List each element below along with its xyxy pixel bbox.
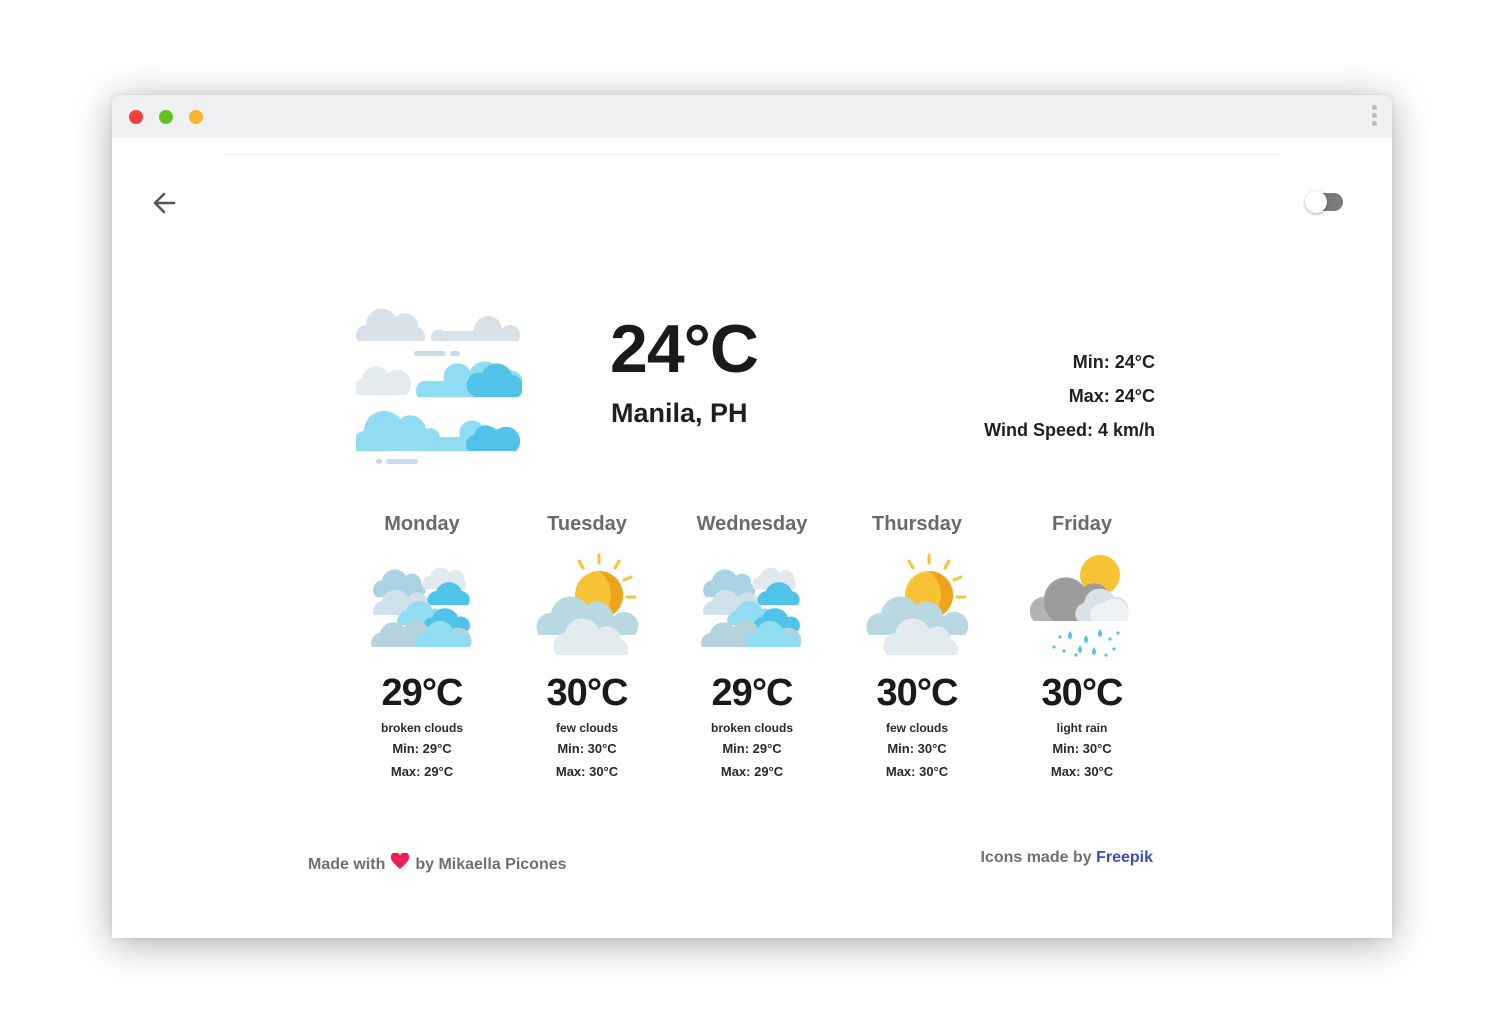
theme-toggle[interactable] xyxy=(1305,191,1343,213)
maximize-window-button[interactable] xyxy=(159,110,173,124)
day-max: Max: 29°C xyxy=(390,764,454,779)
day-temperature: 30°C xyxy=(1041,672,1124,714)
wind-speed: Wind Speed: 4 km/h xyxy=(984,420,1155,440)
day-name: Thursday xyxy=(871,513,963,535)
day-min: Min: 30°C xyxy=(557,741,617,756)
day-min: Min: 29°C xyxy=(722,741,782,756)
toggle-knob[interactable] xyxy=(1305,191,1327,213)
heart-icon xyxy=(391,853,410,869)
day-max: Max: 30°C xyxy=(1050,764,1114,779)
current-stats: Min: 24°C Max: 24°C Wind Speed: 4 km/h xyxy=(984,345,1155,447)
few-clouds-icon xyxy=(865,551,969,661)
day-description: broken clouds xyxy=(710,721,793,735)
back-arrow-icon[interactable] xyxy=(148,187,180,219)
forecast-day-wednesday: Wednesday 29°C broken clouds Min: 29°C M… xyxy=(670,505,834,785)
forecast-list: Monday 29°C broken clouds Min: 29°C Max:… xyxy=(340,505,1164,785)
day-max: Max: 30°C xyxy=(555,764,619,779)
clouds-icon xyxy=(352,301,524,467)
close-window-button[interactable] xyxy=(129,110,143,124)
forecast-day-friday: Friday 30°C light rain Min: 30°C Max: 30… xyxy=(1000,505,1164,785)
forecast-day-thursday: Thursday 30°C few clouds Min: 30°C Max: … xyxy=(835,505,999,785)
broken-clouds-icon xyxy=(370,551,474,661)
title-bar xyxy=(112,95,1392,138)
day-min: Min: 29°C xyxy=(392,741,452,756)
current-temperature: 24°C xyxy=(610,311,759,387)
day-min: Min: 30°C xyxy=(1052,741,1112,756)
day-temperature: 30°C xyxy=(546,672,629,714)
max-temperature: Max: 24°C xyxy=(1068,386,1155,406)
broken-clouds-icon xyxy=(700,551,804,661)
day-temperature: 29°C xyxy=(381,672,464,714)
footer-credit: Made with by Mikaella Picones xyxy=(308,853,567,874)
few-clouds-icon xyxy=(535,551,639,661)
light-rain-icon xyxy=(1030,551,1134,661)
day-name: Wednesday xyxy=(696,513,808,535)
more-options-icon[interactable] xyxy=(1370,105,1378,129)
day-temperature: 30°C xyxy=(876,672,959,714)
made-with-text: Made with xyxy=(308,856,386,873)
browser-window: 24°C Manila, PH Min: 24°C Max: 24°C Wind… xyxy=(112,95,1392,938)
author-text: by Mikaella Picones xyxy=(415,856,567,873)
day-temperature: 29°C xyxy=(711,672,794,714)
day-max: Max: 29°C xyxy=(720,764,784,779)
divider xyxy=(224,154,1280,155)
day-description: broken clouds xyxy=(380,721,463,735)
day-description: light rain xyxy=(1056,721,1108,735)
day-name: Friday xyxy=(1051,513,1113,535)
icons-credit: Icons made by Freepik xyxy=(980,849,1153,867)
day-name: Monday xyxy=(384,513,460,535)
min-temperature: Min: 24°C xyxy=(1072,352,1155,372)
day-name: Tuesday xyxy=(547,513,627,535)
day-description: few clouds xyxy=(555,721,618,735)
forecast-day-monday: Monday 29°C broken clouds Min: 29°C Max:… xyxy=(340,505,504,785)
icons-credit-text: Icons made by xyxy=(980,849,1092,866)
location-name: Manila, PH xyxy=(611,398,748,428)
minimize-window-button[interactable] xyxy=(189,110,203,124)
forecast-day-tuesday: Tuesday 30°C few clouds Min: 30°C Max: 3… xyxy=(505,505,669,785)
day-max: Max: 30°C xyxy=(885,764,949,779)
day-description: few clouds xyxy=(885,721,948,735)
day-min: Min: 30°C xyxy=(887,741,947,756)
freepik-link[interactable]: Freepik xyxy=(1096,849,1153,866)
